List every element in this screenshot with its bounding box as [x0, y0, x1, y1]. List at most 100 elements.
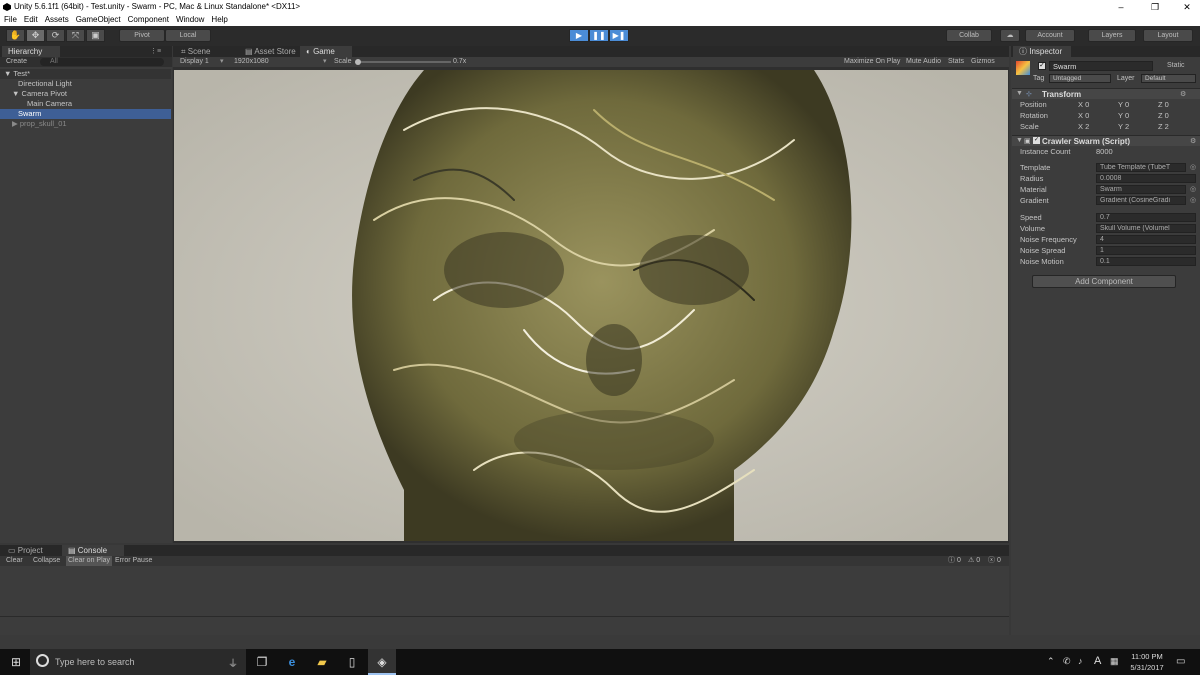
tag-dropdown[interactable]: Untagged	[1049, 74, 1111, 83]
local-toggle[interactable]: Local	[165, 29, 211, 42]
object-picker-icon[interactable]: ◎	[1190, 163, 1196, 171]
rect-tool-icon[interactable]: ▣	[86, 29, 105, 42]
menu-component[interactable]: Component	[128, 15, 169, 24]
component-settings-gear-icon[interactable]: ⚙	[1190, 137, 1196, 145]
file-explorer-icon[interactable]: ▰	[308, 649, 336, 675]
tab-hierarchy[interactable]: Hierarchy	[2, 46, 60, 57]
network-icon[interactable]: ✆	[1063, 656, 1071, 667]
hierarchy-item-prop-skull[interactable]: ▶ prop_skull_01	[0, 119, 171, 129]
layout-dropdown[interactable]: Layout	[1143, 29, 1193, 42]
menu-assets[interactable]: Assets	[45, 15, 69, 24]
notepad-icon[interactable]: ▯	[338, 649, 366, 675]
foldout-arrow-icon[interactable]: ▼	[1016, 90, 1023, 97]
rotation-z-field[interactable]: Z 0	[1158, 111, 1169, 120]
show-hidden-icons-icon[interactable]: ⌃	[1047, 656, 1055, 667]
menu-help[interactable]: Help	[211, 15, 227, 24]
foldout-arrow-icon[interactable]: ▼	[1016, 137, 1023, 144]
menu-gameobject[interactable]: GameObject	[76, 15, 121, 24]
tab-asset-store[interactable]: ▤ Asset Store	[239, 46, 302, 57]
scene-row[interactable]: ▼ Test*	[0, 69, 171, 79]
hierarchy-search-input[interactable]: All	[40, 58, 164, 66]
static-toggle[interactable]: Static	[1167, 62, 1185, 69]
panel-menu-icon[interactable]: ⋮≡	[150, 47, 161, 55]
console-log-count[interactable]: ⓘ 0	[948, 556, 961, 566]
edge-browser-icon[interactable]: e	[278, 649, 306, 675]
stats-toggle[interactable]: Stats	[948, 57, 964, 67]
object-picker-icon[interactable]: ◎	[1190, 185, 1196, 193]
tab-inspector[interactable]: ⓘ Inspector	[1013, 46, 1071, 57]
console-warning-count[interactable]: ⚠ 0	[968, 556, 980, 566]
gizmos-dropdown[interactable]: Gizmos	[971, 57, 995, 67]
input-language[interactable]: A	[1094, 655, 1101, 667]
pivot-toggle[interactable]: Pivot	[119, 29, 165, 42]
menu-file[interactable]: File	[4, 15, 17, 24]
template-object-field[interactable]: Tube Template (TubeT	[1096, 163, 1186, 172]
layer-dropdown[interactable]: Default	[1141, 74, 1196, 83]
noise-spread-field[interactable]: 1	[1096, 246, 1196, 255]
hand-tool-icon[interactable]: ✋	[6, 29, 25, 42]
account-dropdown[interactable]: Account	[1025, 29, 1075, 42]
hierarchy-item-swarm[interactable]: Swarm	[0, 109, 171, 119]
console-collapse-toggle[interactable]: Collapse	[33, 556, 60, 566]
clock-date[interactable]: 5/31/2017	[1128, 663, 1166, 672]
component-enabled-checkbox[interactable]: ✓	[1033, 137, 1040, 144]
unity-taskbar-icon[interactable]: ◈	[368, 649, 396, 675]
active-checkbox[interactable]: ✓	[1038, 62, 1046, 70]
console-error-pause-toggle[interactable]: Error Pause	[115, 556, 152, 566]
menu-edit[interactable]: Edit	[24, 15, 38, 24]
close-button[interactable]: ✕	[1176, 0, 1198, 14]
microphone-icon[interactable]: ⏚	[228, 655, 238, 670]
position-z-field[interactable]: Z 0	[1158, 100, 1169, 109]
noise-frequency-field[interactable]: 4	[1096, 235, 1196, 244]
hierarchy-item-camera-pivot[interactable]: ▼ Camera Pivot	[0, 89, 171, 99]
instance-count-field[interactable]: 8000	[1096, 147, 1113, 156]
gradient-object-field[interactable]: Gradient (CosineGradi	[1096, 196, 1186, 205]
position-y-field[interactable]: Y 0	[1118, 100, 1129, 109]
rotation-y-field[interactable]: Y 0	[1118, 111, 1129, 120]
move-tool-icon[interactable]: ✥	[26, 29, 45, 42]
crawler-swarm-header[interactable]: ▼ ▣ ✓ Crawler Swarm (Script) ⚙	[1012, 135, 1200, 146]
tab-project[interactable]: ▭ Project	[2, 545, 49, 556]
scale-x-field[interactable]: X 2	[1078, 122, 1089, 131]
scale-slider[interactable]	[356, 61, 451, 63]
rotate-tool-icon[interactable]: ⟳	[46, 29, 65, 42]
object-name-field[interactable]: Swarm	[1049, 61, 1153, 71]
maximize-on-play-toggle[interactable]: Maximize On Play	[844, 57, 900, 67]
scale-tool-icon[interactable]: ⤧	[66, 29, 85, 42]
console-error-count[interactable]: ⓧ 0	[988, 556, 1001, 566]
material-object-field[interactable]: Swarm	[1096, 185, 1186, 194]
keyboard-icon[interactable]: ▦	[1110, 656, 1119, 667]
pause-button[interactable]: ❚❚	[589, 29, 609, 42]
hierarchy-item-directional-light[interactable]: Directional Light	[0, 79, 171, 89]
task-view-icon[interactable]: ❐	[248, 649, 276, 675]
tab-console[interactable]: ▤ Console	[62, 545, 124, 556]
minimize-button[interactable]: –	[1110, 0, 1132, 14]
component-settings-gear-icon[interactable]: ⚙	[1180, 90, 1186, 98]
scale-z-field[interactable]: Z 2	[1158, 122, 1169, 131]
restore-button[interactable]: ❐	[1144, 0, 1166, 14]
taskbar-search-input[interactable]: Type here to search ⏚	[30, 649, 246, 675]
layers-dropdown[interactable]: Layers	[1088, 29, 1136, 42]
scale-slider-handle[interactable]	[355, 59, 361, 65]
console-clear-button[interactable]: Clear	[6, 556, 23, 566]
object-picker-icon[interactable]: ◎	[1190, 196, 1196, 204]
speed-field[interactable]: 0.7	[1096, 213, 1196, 222]
tab-scene[interactable]: ⌗ Scene	[175, 46, 216, 57]
play-button[interactable]: ▶	[569, 29, 589, 42]
menu-window[interactable]: Window	[176, 15, 204, 24]
volume-object-field[interactable]: Skull Volume (Volumel	[1096, 224, 1196, 233]
windows-start-icon[interactable]: ⊞	[2, 649, 30, 675]
expand-arrow-icon[interactable]: ▼	[12, 89, 19, 98]
expand-arrow-icon[interactable]: ▼	[4, 69, 11, 78]
tab-game[interactable]: ◐ Game	[300, 46, 352, 57]
hierarchy-item-main-camera[interactable]: Main Camera	[0, 99, 171, 109]
transform-header[interactable]: ▼ ⊹ Transform ⚙	[1012, 88, 1200, 99]
volume-icon[interactable]: ♪	[1078, 656, 1083, 666]
radius-field[interactable]: 0.0008	[1096, 174, 1196, 183]
step-button[interactable]: ▶❚	[609, 29, 629, 42]
noise-motion-field[interactable]: 0.1	[1096, 257, 1196, 266]
create-dropdown[interactable]: Create	[6, 57, 27, 67]
add-component-button[interactable]: Add Component	[1032, 275, 1176, 288]
expand-arrow-icon[interactable]: ▶	[12, 119, 18, 128]
display-dropdown[interactable]: Display 1	[180, 57, 209, 67]
